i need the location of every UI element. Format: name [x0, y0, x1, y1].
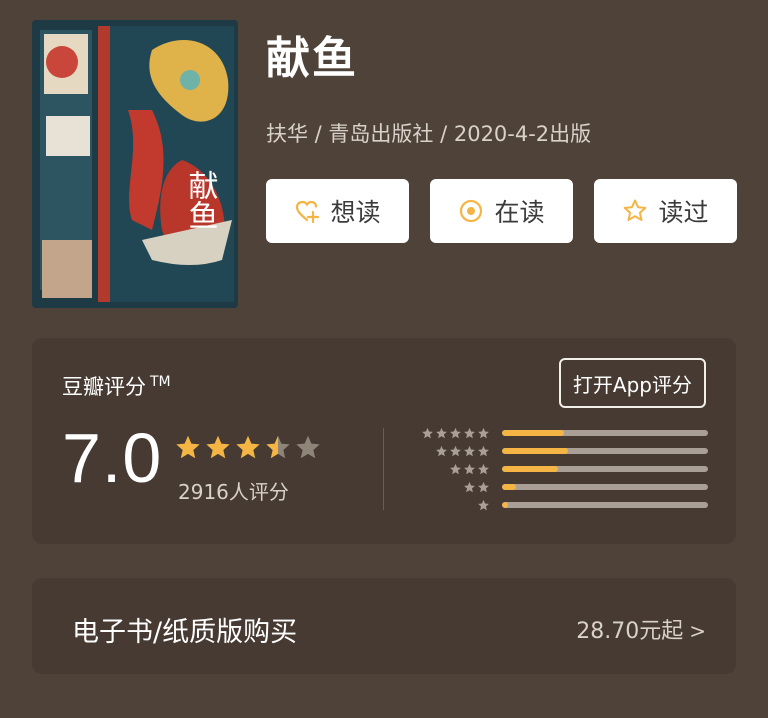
- purchase-price-text: 28.70元起: [576, 619, 684, 644]
- distribution-row-3-star: [416, 460, 708, 478]
- reading-label: 在读: [494, 198, 545, 227]
- star-outline-icon: [624, 199, 647, 221]
- cover-title-text: 献鱼: [183, 170, 218, 230]
- small-star-icon: [436, 445, 447, 456]
- small-star-icon: [450, 427, 461, 438]
- distribution-bar-fill: [502, 466, 558, 472]
- rating-star-icon: [266, 435, 290, 459]
- heart-plus-icon: [296, 200, 320, 224]
- rating-stars: [174, 434, 322, 462]
- reading-circle-icon: [460, 199, 483, 223]
- distribution-bar-fill: [502, 484, 517, 490]
- rating-count: 2916人评分: [178, 480, 289, 504]
- small-star-icon: [450, 463, 461, 474]
- small-star-icon: [464, 481, 475, 492]
- want-to-read-label: 想读: [330, 198, 381, 227]
- want-to-read-button[interactable]: 想读: [266, 179, 409, 243]
- distribution-row-1-star: [416, 496, 708, 514]
- book-title: 献鱼: [266, 33, 358, 84]
- distribution-row-5-star: [416, 424, 708, 442]
- distribution-bar-fill: [502, 430, 564, 436]
- have-read-button[interactable]: 读过: [594, 179, 737, 243]
- douban-rating-label: 豆瓣评分 TM: [62, 371, 171, 401]
- distribution-bar-track: [502, 448, 708, 454]
- distribution-bar-fill: [502, 502, 509, 508]
- small-star-icon: [464, 445, 475, 456]
- book-cover-illustration: 献鱼: [32, 20, 238, 308]
- rating-distribution: [416, 424, 708, 514]
- rating-divider: [383, 428, 384, 510]
- trademark-mark: TM: [150, 374, 171, 390]
- distribution-stars: [416, 481, 490, 494]
- purchase-label: 电子书/纸质版购买: [72, 617, 298, 648]
- small-star-icon: [478, 499, 489, 510]
- rating-panel: 豆瓣评分 TM 打开App评分 7.0 2916人评分: [32, 338, 736, 544]
- purchase-price: 28.70元起 >: [576, 613, 706, 645]
- chevron-right-icon: >: [689, 619, 706, 643]
- small-star-icon: [478, 481, 489, 492]
- book-cover[interactable]: 献鱼: [32, 20, 238, 308]
- distribution-row-2-star: [416, 478, 708, 496]
- distribution-bar-fill: [502, 448, 568, 454]
- distribution-bar-track: [502, 502, 708, 508]
- book-meta: 扶华 / 青岛出版社 / 2020-4-2出版: [266, 122, 592, 146]
- distribution-row-4-star: [416, 442, 708, 460]
- rating-star-icon: [206, 435, 230, 459]
- small-star-icon: [422, 427, 433, 438]
- distribution-bar-track: [502, 484, 708, 490]
- small-star-icon: [450, 445, 461, 456]
- rating-label-text: 豆瓣评分: [62, 375, 146, 399]
- distribution-stars: [416, 499, 490, 512]
- small-star-icon: [478, 463, 489, 474]
- small-star-icon: [464, 427, 475, 438]
- rating-star-icon: [176, 435, 200, 459]
- distribution-stars: [416, 463, 490, 476]
- open-app-rate-button[interactable]: 打开App评分: [558, 358, 706, 408]
- reading-button[interactable]: 在读: [430, 179, 573, 243]
- purchase-row[interactable]: 电子书/纸质版购买 28.70元起 >: [32, 578, 736, 674]
- small-star-icon: [478, 445, 489, 456]
- rating-star-icon: [236, 435, 260, 459]
- small-star-icon: [464, 463, 475, 474]
- distribution-bar-track: [502, 430, 708, 436]
- small-star-icon: [436, 427, 447, 438]
- distribution-stars: [416, 427, 490, 440]
- small-star-icon: [478, 427, 489, 438]
- distribution-stars: [416, 445, 490, 458]
- rating-score: 7.0: [62, 419, 163, 497]
- have-read-label: 读过: [658, 198, 709, 227]
- distribution-bar-track: [502, 466, 708, 472]
- rating-star-icon: [296, 435, 320, 459]
